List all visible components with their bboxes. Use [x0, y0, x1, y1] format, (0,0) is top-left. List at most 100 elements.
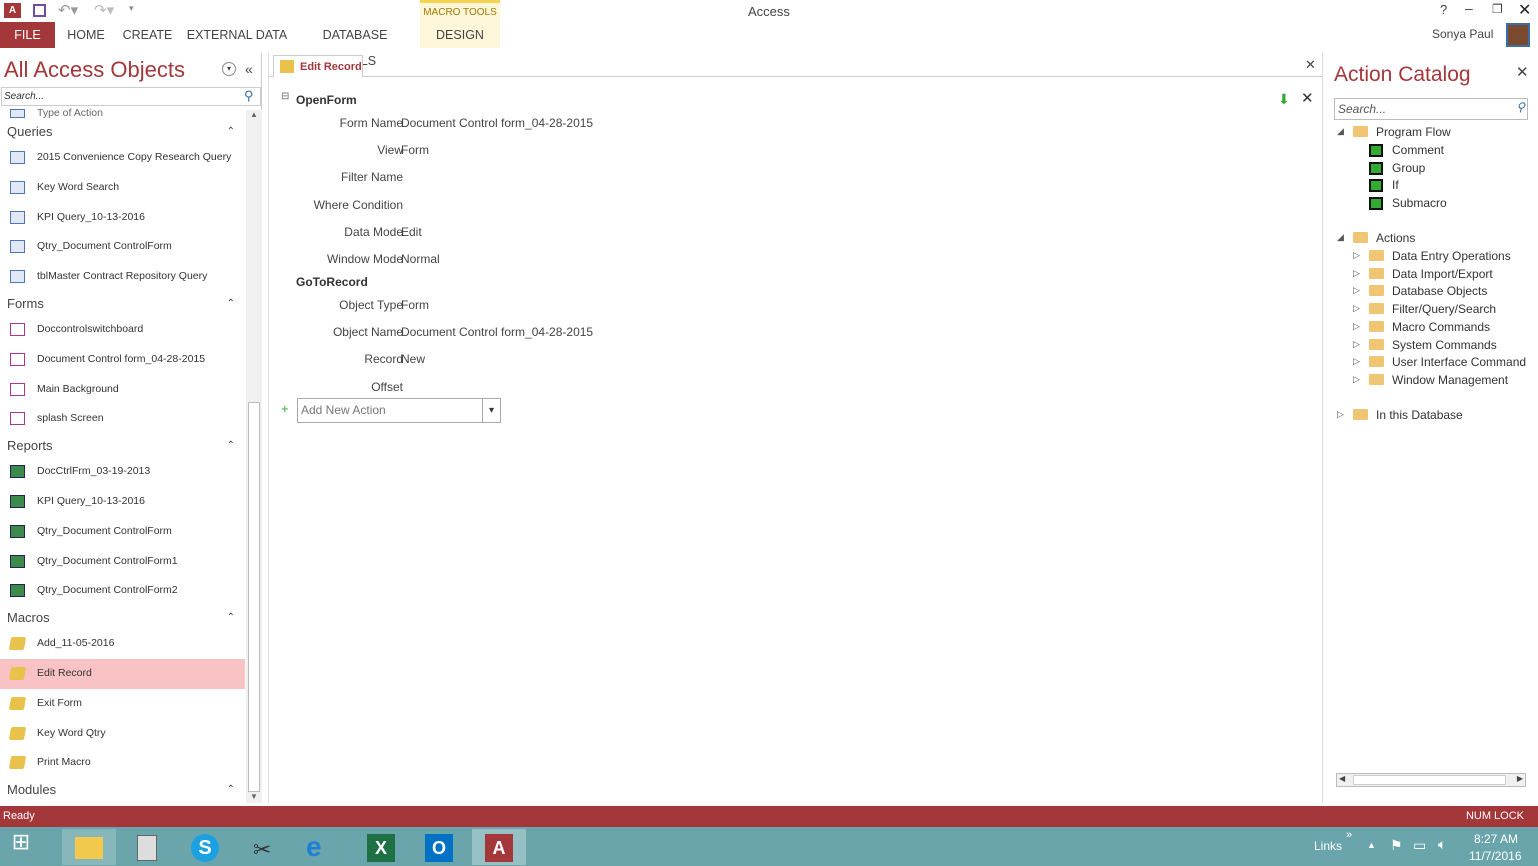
- action-openform[interactable]: OpenForm: [296, 93, 357, 107]
- nav-item[interactable]: splash Screen: [0, 404, 245, 434]
- tab-home[interactable]: HOME: [62, 22, 110, 48]
- collapsed-icon[interactable]: ▷: [1353, 321, 1360, 332]
- catalog-search-input[interactable]: Search... ⚲: [1334, 98, 1528, 120]
- collapse-group-icon[interactable]: ⌃: [227, 292, 235, 315]
- argument-value[interactable]: Edit: [401, 225, 422, 239]
- nav-item[interactable]: Key Word Search: [0, 173, 245, 203]
- restore-icon[interactable]: ❐: [1492, 2, 1503, 16]
- collapsed-icon[interactable]: ▷: [1337, 409, 1344, 420]
- argument-value[interactable]: Normal: [401, 252, 440, 266]
- customize-qat-icon[interactable]: ▾: [129, 3, 134, 14]
- save-icon[interactable]: [33, 4, 46, 17]
- collapse-group-icon[interactable]: ⌃: [227, 434, 235, 457]
- outlook-icon[interactable]: O: [412, 829, 466, 865]
- excel-icon[interactable]: X: [354, 829, 408, 865]
- nav-item[interactable]: Qtry_Document ControlForm2: [0, 576, 245, 606]
- nav-item[interactable]: Document Control form_04-28-2015: [0, 345, 245, 375]
- dropdown-icon[interactable]: ▾: [482, 399, 500, 422]
- file-explorer-icon[interactable]: [62, 829, 116, 865]
- scroll-left-icon[interactable]: ◀: [1339, 774, 1345, 783]
- expanded-icon[interactable]: ◢: [1337, 126, 1344, 137]
- clock-date[interactable]: 11/7/2016: [1469, 849, 1522, 863]
- access-taskbar-icon[interactable]: A: [472, 829, 526, 865]
- partial-item[interactable]: Type of Action: [0, 106, 245, 120]
- argument-value[interactable]: Form: [401, 298, 429, 312]
- argument-value[interactable]: New: [401, 352, 425, 366]
- close-tab-icon[interactable]: ✕: [1305, 57, 1316, 73]
- nav-item[interactable]: Add_11-05-2016: [0, 629, 245, 659]
- nav-group-forms[interactable]: Forms ⌃: [0, 292, 245, 315]
- nav-item[interactable]: KPI Query_10-13-2016: [0, 203, 245, 233]
- nav-item[interactable]: Qtry_Document ControlForm: [0, 232, 245, 262]
- skype-icon[interactable]: S: [178, 829, 232, 865]
- tree-in-this-database[interactable]: In this Database: [1376, 408, 1463, 422]
- nav-item[interactable]: Qtry_Document ControlForm: [0, 517, 245, 547]
- tree-flow-item[interactable]: Comment: [1392, 143, 1444, 157]
- collapse-icon[interactable]: ⊟: [281, 91, 289, 102]
- tab-file[interactable]: FILE: [0, 22, 55, 48]
- scroll-up-icon[interactable]: ▲: [246, 110, 262, 124]
- tree-program-flow[interactable]: Program Flow: [1376, 125, 1451, 139]
- tree-actions[interactable]: Actions: [1376, 231, 1415, 245]
- nav-title[interactable]: All Access Objects: [4, 57, 185, 83]
- volume-icon[interactable]: 🔈︎: [1438, 836, 1446, 853]
- scroll-thumb[interactable]: [248, 402, 260, 792]
- network-icon[interactable]: ▭: [1413, 837, 1426, 854]
- nav-item[interactable]: 2015 Convenience Copy Research Query: [0, 143, 245, 173]
- collapsed-icon[interactable]: ▷: [1353, 250, 1360, 261]
- nav-item[interactable]: Edit Record: [0, 658, 245, 689]
- scroll-right-icon[interactable]: ▶: [1517, 774, 1523, 783]
- scroll-down-icon[interactable]: ▼: [246, 792, 262, 806]
- argument-value[interactable]: Form: [401, 143, 429, 157]
- redo-icon[interactable]: ↷▾: [94, 1, 114, 19]
- undo-icon[interactable]: ↶▾: [58, 1, 78, 19]
- tree-action-group[interactable]: Data Entry Operations: [1392, 249, 1511, 263]
- collapsed-icon[interactable]: ▷: [1353, 339, 1360, 350]
- nav-item[interactable]: Qtry_Document ControlForm1: [0, 547, 245, 577]
- tree-flow-item[interactable]: If: [1392, 178, 1399, 192]
- tree-action-group[interactable]: User Interface Command: [1392, 355, 1526, 369]
- nav-search-input[interactable]: Search...: [1, 87, 261, 106]
- chevron-right-icon[interactable]: »: [1346, 829, 1352, 841]
- nav-group-modules[interactable]: Modules ⌃: [0, 778, 245, 801]
- scroll-thumb[interactable]: [1353, 775, 1506, 785]
- add-new-action-combo[interactable]: Add New Action ▾: [297, 398, 501, 423]
- tab-design[interactable]: DESIGN: [420, 23, 500, 47]
- collapse-group-icon[interactable]: ⌃: [227, 120, 235, 143]
- collapsed-icon[interactable]: ▷: [1353, 374, 1360, 385]
- tree-action-group[interactable]: Macro Commands: [1392, 320, 1490, 334]
- collapse-nav-icon[interactable]: «: [245, 61, 253, 77]
- close-icon[interactable]: ✕: [1518, 0, 1531, 20]
- nav-group-queries[interactable]: Queries ⌃: [0, 120, 245, 143]
- tree-action-group[interactable]: Database Objects: [1392, 284, 1487, 298]
- nav-item[interactable]: Exit Form: [0, 689, 245, 719]
- move-down-icon[interactable]: ⬇: [1278, 91, 1290, 108]
- tree-action-group[interactable]: Data Import/Export: [1392, 267, 1493, 281]
- search-icon[interactable]: ⚲: [244, 88, 254, 104]
- search-icon[interactable]: ⚲: [1516, 100, 1525, 114]
- collapse-group-icon[interactable]: ⌃: [227, 606, 235, 629]
- expanded-icon[interactable]: ◢: [1337, 232, 1344, 243]
- tree-action-group[interactable]: System Commands: [1392, 338, 1497, 352]
- calculator-icon[interactable]: [120, 829, 174, 865]
- tree-action-group[interactable]: Filter/Query/Search: [1392, 302, 1496, 316]
- help-icon[interactable]: ?: [1440, 2, 1447, 17]
- tree-flow-item[interactable]: Group: [1392, 161, 1425, 175]
- collapsed-icon[interactable]: ▷: [1353, 268, 1360, 279]
- nav-group-macros[interactable]: Macros ⌃: [0, 606, 245, 629]
- tab-edit-record[interactable]: Edit Record: [273, 55, 363, 77]
- catalog-hscrollbar[interactable]: ◀ ▶: [1336, 773, 1526, 787]
- collapsed-icon[interactable]: ▷: [1353, 356, 1360, 367]
- nav-item[interactable]: Key Word Qtry: [0, 719, 245, 749]
- nav-item[interactable]: DocCtrlFrm_03-19-2013: [0, 457, 245, 487]
- nav-item[interactable]: tblMaster Contract Repository Query: [0, 262, 245, 292]
- nav-item[interactable]: Doccontrolswitchboard: [0, 315, 245, 345]
- tree-flow-item[interactable]: Submacro: [1392, 196, 1447, 210]
- clock-time[interactable]: 8:27 AM: [1474, 832, 1518, 846]
- collapsed-icon[interactable]: ▷: [1353, 303, 1360, 314]
- snipping-tool-icon[interactable]: ✂: [236, 829, 290, 865]
- minimize-icon[interactable]: –: [1465, 0, 1473, 16]
- action-gotorecord[interactable]: GoToRecord: [296, 275, 368, 289]
- nav-item[interactable]: KPI Query_10-13-2016: [0, 487, 245, 517]
- show-hidden-icons[interactable]: ▲: [1367, 840, 1376, 850]
